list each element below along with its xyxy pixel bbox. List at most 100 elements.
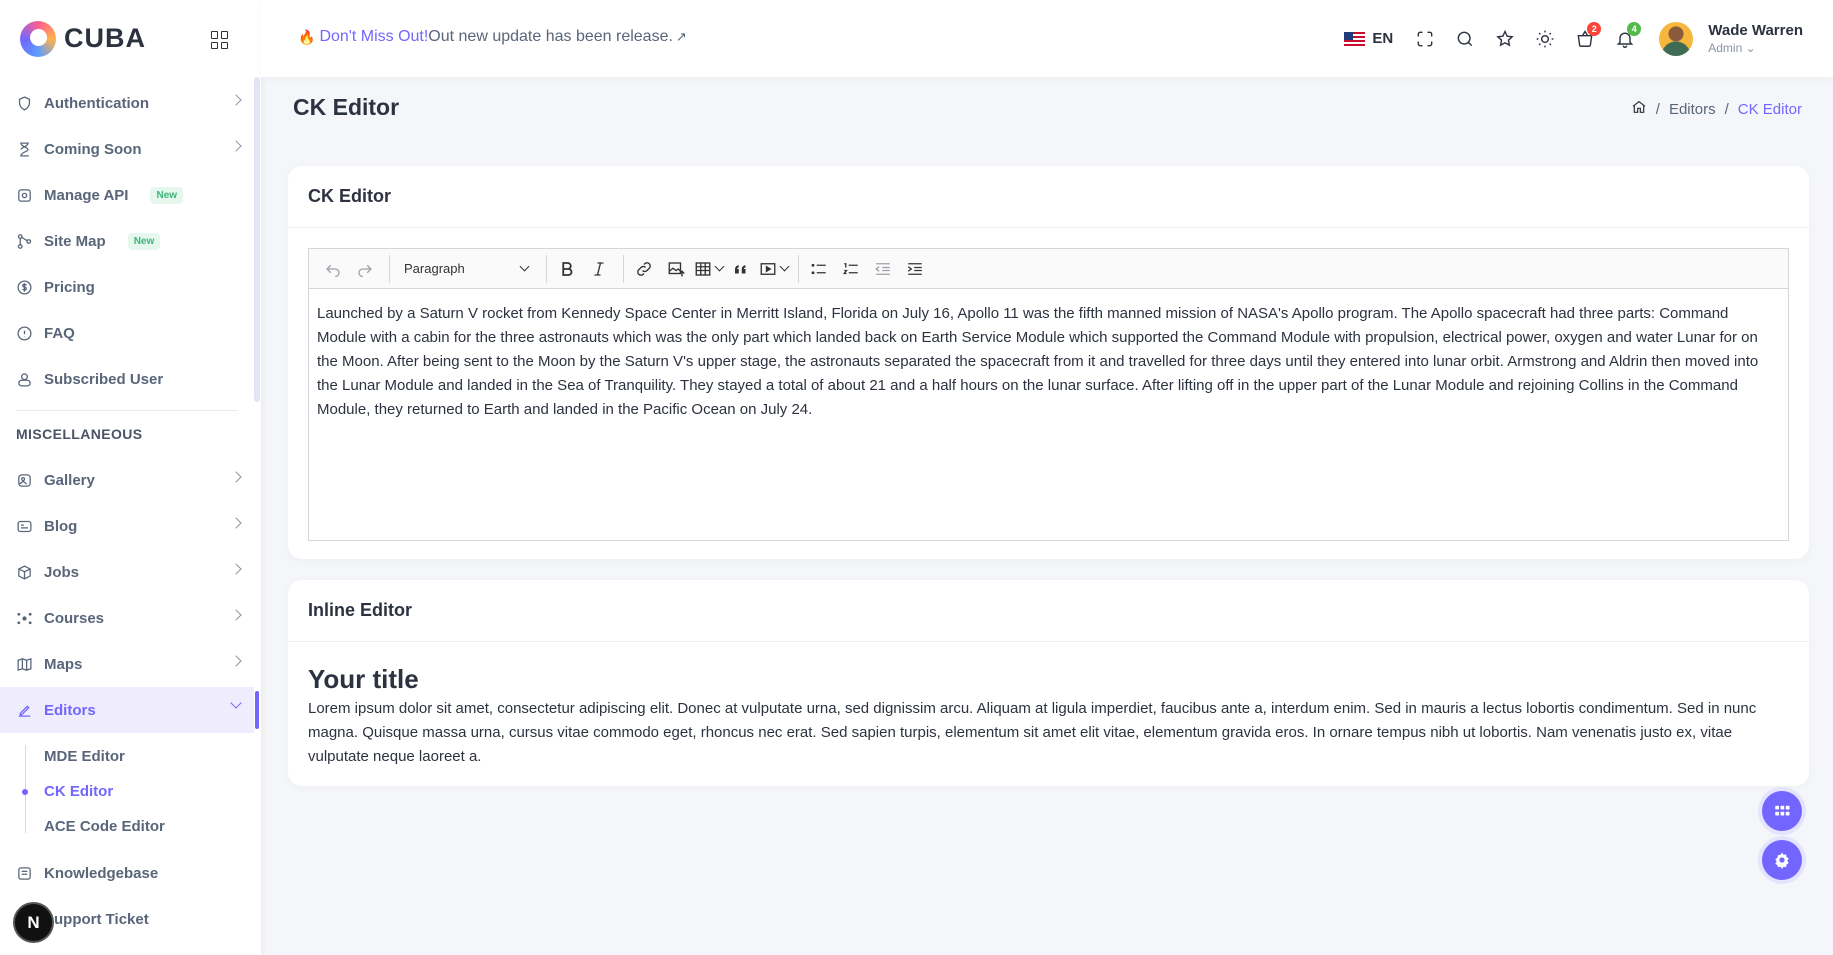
sidebar-item-courses[interactable]: Courses	[0, 595, 254, 641]
breadcrumb-editors[interactable]: Editors	[1669, 101, 1716, 118]
submenu-item-mde-editor[interactable]: MDE Editor	[0, 739, 254, 774]
sidebar-item-editors[interactable]: Editors	[0, 687, 259, 733]
language-label: EN	[1372, 30, 1394, 47]
sidebar-item-faq[interactable]: FAQ	[0, 310, 254, 356]
cart-count-badge: 2	[1587, 21, 1602, 36]
sidebar-item-pricing[interactable]: Pricing	[0, 264, 254, 310]
editor-content[interactable]: Launched by a Saturn V rocket from Kenne…	[309, 289, 1788, 435]
undo-icon[interactable]	[319, 255, 347, 283]
image-upload-icon[interactable]	[662, 255, 690, 283]
user-profile[interactable]: Wade Warren Admin ⌄	[1659, 21, 1803, 56]
info-icon	[16, 325, 33, 342]
chevron-down-icon	[714, 261, 725, 272]
sidebar-item-authentication[interactable]: Authentication	[0, 80, 254, 126]
sidebar-item-label: Editors	[44, 701, 96, 719]
media-embed-icon[interactable]	[759, 255, 790, 283]
language-selector[interactable]: EN	[1344, 30, 1393, 47]
italic-icon[interactable]	[585, 255, 613, 283]
sidebar-item-label: Manage API	[44, 186, 129, 204]
pricing-icon	[16, 279, 33, 296]
inline-editor-card: Inline Editor Your title Lorem ipsum dol…	[288, 580, 1809, 786]
inline-content[interactable]: Lorem ipsum dolor sit amet, consectetur …	[308, 697, 1789, 769]
sidebar-item-coming-soon[interactable]: Coming Soon	[0, 126, 254, 172]
home-icon[interactable]	[1631, 99, 1647, 119]
sidebar-scrollbar[interactable]	[254, 77, 260, 402]
outdent-icon[interactable]	[869, 255, 897, 283]
inline-heading[interactable]: Your title	[308, 664, 1789, 694]
hourglass-icon	[16, 141, 33, 158]
sun-icon[interactable]	[1535, 29, 1555, 49]
avatar[interactable]	[1659, 21, 1694, 56]
submenu-item-ck-editor[interactable]: CK Editor	[0, 774, 254, 809]
sidebar-item-knowledgebase[interactable]: Knowledgebase	[0, 850, 254, 896]
editor-toolbar: Paragraph	[309, 249, 1788, 289]
shield-icon	[16, 95, 33, 112]
announcement-highlight[interactable]: Don't Miss Out!	[319, 28, 428, 46]
cart-icon[interactable]: 2	[1575, 21, 1602, 49]
bell-icon[interactable]: 4	[1615, 21, 1642, 49]
settings-button[interactable]	[1762, 840, 1802, 880]
search-icon[interactable]	[1455, 29, 1475, 49]
announcement-text: Out new update has been release.	[428, 28, 673, 45]
submenu-item-ace-code-editor[interactable]: ACE Code Editor	[0, 809, 254, 844]
fullscreen-icon[interactable]	[1415, 29, 1435, 49]
sidebar-menu: Authentication Coming Soon Manage API Ne…	[0, 80, 259, 942]
courses-icon	[16, 610, 33, 627]
link-icon[interactable]	[630, 255, 658, 283]
chevron-right-icon	[230, 563, 242, 575]
sidebar-item-label: Knowledgebase	[44, 864, 159, 882]
chevron-down-icon	[230, 697, 242, 709]
sidebar-item-label: Gallery	[44, 471, 95, 489]
user-name: Wade Warren	[1708, 22, 1803, 39]
sidebar-item-subscribed-user[interactable]: Subscribed User	[0, 356, 254, 402]
pen-icon	[16, 702, 33, 719]
chevron-right-icon	[230, 609, 242, 621]
apps-grid-button[interactable]	[1762, 791, 1802, 831]
numbered-list-icon[interactable]	[837, 255, 865, 283]
chevron-right-icon	[230, 140, 242, 152]
external-link-icon[interactable]: ↗	[676, 29, 687, 45]
sidebar-item-label: Subscribed User	[44, 370, 164, 388]
sidebar-item-label: FAQ	[44, 324, 75, 342]
card-title: Inline Editor	[288, 580, 1809, 642]
user-info: Wade Warren Admin ⌄	[1708, 22, 1803, 55]
brand-name[interactable]: CUBA	[64, 23, 146, 54]
next-dev-badge[interactable]: N	[15, 904, 52, 941]
inline-editor[interactable]: Your title Lorem ipsum dolor sit amet, c…	[288, 642, 1809, 789]
sidebar-item-gallery[interactable]: Gallery	[0, 457, 254, 503]
indent-icon[interactable]	[901, 255, 929, 283]
bold-icon[interactable]	[553, 255, 581, 283]
breadcrumb: / Editors / CK Editor	[1631, 99, 1802, 119]
quote-icon[interactable]	[727, 255, 755, 283]
sidebar-item-label: Authentication	[44, 94, 149, 112]
sidebar-item-jobs[interactable]: Jobs	[0, 549, 254, 595]
star-icon[interactable]	[1495, 29, 1515, 49]
sidebar-item-blog[interactable]: Blog	[0, 503, 254, 549]
knowledge-icon	[16, 865, 33, 882]
ck-editor: Paragraph Launched by a Saturn V rocket …	[308, 248, 1789, 541]
sidebar-toggle-icon[interactable]	[211, 31, 229, 49]
table-icon[interactable]	[694, 255, 725, 283]
bulleted-list-icon[interactable]	[805, 255, 833, 283]
chevron-down-icon	[519, 261, 530, 272]
sidebar-item-manage-api[interactable]: Manage API New	[0, 172, 254, 218]
user-icon	[16, 371, 33, 388]
chevron-right-icon	[230, 94, 242, 106]
redo-icon[interactable]	[351, 255, 379, 283]
card-title: CK Editor	[288, 166, 1809, 228]
sidebar-item-label: Pricing	[44, 278, 95, 296]
paragraph-dropdown[interactable]: Paragraph	[396, 255, 536, 283]
breadcrumb-current: CK Editor	[1737, 100, 1802, 118]
sidebar-item-label: Courses	[44, 609, 105, 627]
page-title: CK Editor	[293, 94, 400, 120]
chevron-down-icon: ⌄	[1745, 41, 1756, 55]
new-badge: New	[150, 186, 184, 204]
top-header: 🔥 Don't Miss Out! Out new update has bee…	[261, 0, 1833, 77]
sidebar-item-maps[interactable]: Maps	[0, 641, 254, 687]
sidebar-item-site-map[interactable]: Site Map New	[0, 218, 254, 264]
logo-bar: CUBA	[0, 0, 261, 77]
logo-icon[interactable]	[20, 20, 56, 57]
gallery-icon	[16, 472, 33, 489]
fire-icon: 🔥	[298, 28, 316, 45]
chevron-right-icon	[230, 517, 242, 529]
